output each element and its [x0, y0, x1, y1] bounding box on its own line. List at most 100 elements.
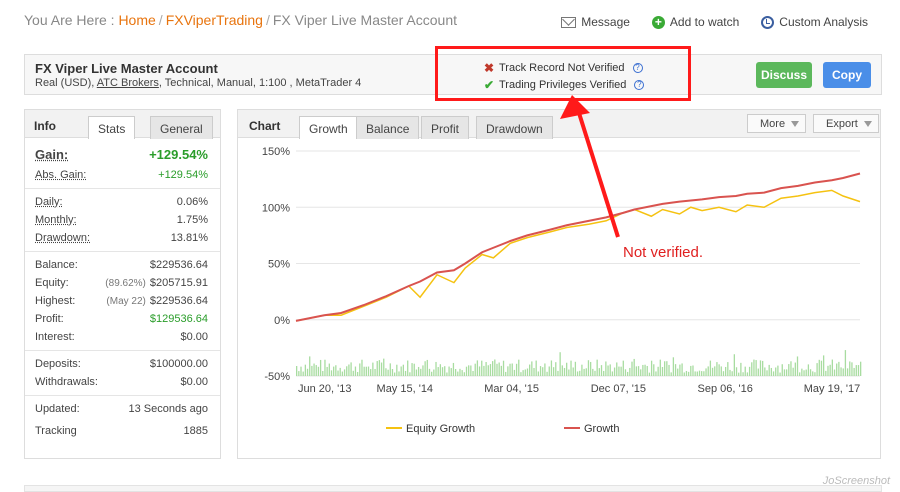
volume-bar	[692, 365, 694, 376]
volume-bar	[428, 368, 431, 376]
volume-bar	[335, 365, 337, 376]
volume-bar	[844, 350, 847, 376]
volume-bar	[657, 366, 659, 376]
info-tabs: Info Stats General	[25, 110, 220, 139]
volume-bar	[341, 371, 344, 376]
volume-bar	[783, 369, 786, 376]
volume-bar	[400, 366, 402, 376]
legend-growth: Growth	[584, 423, 619, 435]
volume-bar	[450, 368, 452, 376]
volume-bar	[585, 368, 587, 376]
volume-bar	[359, 363, 361, 376]
volume-bar	[807, 364, 810, 376]
volume-bar	[759, 360, 762, 376]
volume-bar	[313, 363, 315, 376]
volume-bar	[637, 366, 640, 376]
volume-bar	[733, 354, 735, 376]
volume-bar	[385, 368, 387, 376]
volume-bar	[648, 372, 651, 376]
volume-bar	[339, 367, 341, 376]
volume-bar	[703, 371, 705, 376]
volume-bar	[613, 367, 616, 376]
x-tick-label: Mar 04, '15	[484, 383, 539, 395]
volume-bar	[459, 368, 461, 376]
volume-bar	[820, 360, 823, 376]
breadcrumb-user[interactable]: FXViperTrading	[166, 12, 263, 28]
volume-bar	[655, 371, 657, 376]
volume-bar	[762, 360, 764, 376]
volume-bar	[701, 371, 703, 376]
volume-bar	[311, 365, 313, 376]
volume-bar	[792, 367, 794, 376]
volume-bar	[474, 363, 476, 376]
volume-bar	[633, 358, 635, 376]
volume-bar	[707, 366, 709, 376]
y-tick-label: 0%	[274, 315, 290, 327]
volume-bar	[426, 359, 428, 376]
info-panel: Info Stats General Gain: +129.54% Abs. Ga…	[24, 109, 221, 459]
tab-profit[interactable]: Profit	[421, 116, 470, 139]
breadcrumb-home[interactable]: Home	[118, 12, 155, 28]
tab-general[interactable]: General	[150, 116, 213, 139]
volume-bar	[444, 366, 446, 376]
more-dropdown[interactable]: More	[747, 114, 807, 133]
copy-button[interactable]: Copy	[823, 62, 871, 88]
volume-bar	[790, 361, 792, 376]
volume-bar	[337, 370, 339, 376]
volume-bar	[581, 364, 583, 376]
volume-bar	[672, 357, 675, 376]
volume-bar	[509, 363, 511, 376]
volume-bar	[714, 366, 716, 376]
tab-growth[interactable]: Growth	[299, 116, 358, 139]
volume-bar	[631, 361, 633, 376]
volume-bar	[454, 369, 457, 376]
custom-analysis-button[interactable]: Custom Analysis	[761, 15, 868, 29]
breadcrumb: You Are Here : Home / FXViperTrading / FX Vi…	[24, 12, 458, 28]
volume-bar	[805, 369, 807, 376]
deposits-row: Deposits: $100000.00	[35, 358, 208, 370]
volume-bar	[526, 368, 529, 376]
volume-bar	[722, 371, 725, 376]
volume-bar	[491, 361, 494, 376]
volume-bar	[796, 356, 799, 376]
volume-bar	[309, 356, 311, 376]
volume-bar	[596, 359, 598, 376]
volume-bar	[705, 368, 707, 376]
daily-row: Daily: 0.06%	[35, 196, 208, 208]
volume-bar	[857, 365, 860, 376]
volume-bar	[559, 352, 561, 376]
volume-bar	[298, 371, 300, 376]
tab-stats[interactable]: Stats	[88, 116, 136, 139]
volume-bar	[770, 367, 773, 376]
tab-balance[interactable]: Balance	[356, 116, 420, 139]
volume-bar	[348, 364, 350, 376]
volume-bar	[668, 364, 670, 376]
volume-bar	[718, 364, 720, 376]
breadcrumb-current: FX Viper Live Master Account	[272, 12, 458, 28]
tab-drawdown[interactable]: Drawdown	[476, 116, 553, 139]
volume-bar	[629, 367, 631, 376]
volume-bar	[533, 367, 535, 376]
discuss-button[interactable]: Discuss	[756, 62, 812, 88]
volume-bar	[731, 371, 733, 376]
breadcrumb-prefix: You Are Here :	[24, 12, 115, 28]
volume-bar	[755, 360, 757, 376]
volume-bar	[478, 366, 481, 376]
volume-bar	[664, 361, 666, 376]
volume-bar	[561, 365, 563, 376]
volume-bar	[620, 366, 622, 376]
volume-bar	[833, 369, 836, 376]
volume-bar	[677, 368, 679, 376]
volume-bar	[448, 366, 450, 376]
message-button[interactable]: Message	[561, 15, 630, 29]
volume-bar	[685, 370, 688, 376]
add-to-watch-button[interactable]: + Add to watch	[651, 15, 739, 29]
chart-title: Chart	[249, 119, 281, 133]
volume-bar	[746, 372, 749, 376]
export-dropdown[interactable]: Export	[813, 114, 879, 133]
abs-gain-row: Abs. Gain: +129.54%	[35, 169, 208, 181]
broker-link[interactable]: ATC Brokers	[97, 77, 159, 89]
volume-bar	[727, 362, 729, 376]
volume-bar	[838, 361, 840, 376]
volume-bar	[557, 370, 559, 376]
